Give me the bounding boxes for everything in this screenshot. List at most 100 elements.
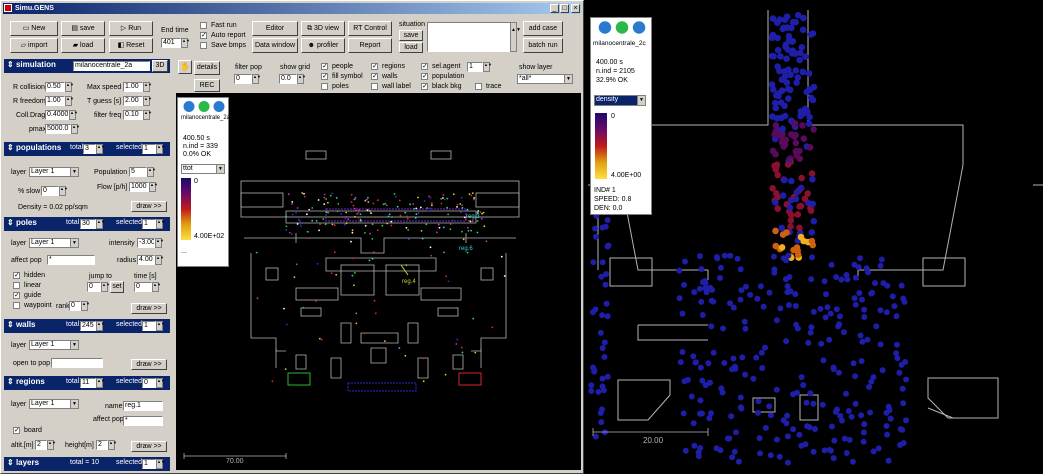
fast-run-checkbox[interactable] (200, 22, 207, 29)
layers-selected-input[interactable]: 1 (142, 459, 156, 469)
fill-symbol-checkbox[interactable]: ✓ (321, 73, 328, 80)
add-case-button[interactable]: add case (523, 21, 563, 36)
open-to-pop-input[interactable] (51, 358, 103, 368)
auto-report-checkbox[interactable]: ✓ (200, 32, 207, 39)
end-time-input[interactable]: 401 (161, 38, 181, 48)
regions-total-input[interactable]: 11 (80, 378, 96, 388)
profiler-button[interactable]: ☻ profiler (301, 38, 345, 53)
show-grid-input[interactable]: 0.0 (279, 74, 297, 84)
3d-view-button[interactable]: ⧉ 3D view (301, 21, 345, 36)
max-speed-spinner[interactable]: ▲▼ (143, 82, 152, 92)
walls-total-spinner[interactable]: ▲▼ (96, 321, 105, 331)
slow-spinner[interactable]: ▲▼ (59, 186, 68, 196)
hidden-checkbox[interactable]: ✓ (13, 272, 20, 279)
batch-run-button[interactable]: batch run (523, 38, 563, 53)
black-bkg-checkbox[interactable]: ✓ (421, 83, 428, 90)
region-name-input[interactable]: reg.1 (123, 401, 163, 411)
time-input[interactable]: 0 (134, 282, 152, 292)
regions-layer-select[interactable]: Layer 1 ▼ (29, 399, 79, 409)
wall-label-checkbox[interactable] (371, 83, 378, 90)
sel-agent-input[interactable]: 1 (467, 62, 483, 72)
jump-to-input[interactable]: 0 (87, 282, 101, 292)
filter-freq-spinner[interactable]: ▲▼ (143, 110, 152, 120)
show-grid-spinner[interactable]: ▲▼ (297, 74, 306, 84)
editor-button[interactable]: Editor (252, 21, 298, 36)
situation-list[interactable] (427, 22, 517, 52)
populations-selected-input[interactable]: 1 (142, 144, 156, 154)
filter-pop-spinner[interactable]: ▲▼ (252, 74, 261, 84)
populations-total-spinner[interactable]: ▲▼ (96, 144, 105, 154)
regions-affect-pop-input[interactable]: * (123, 416, 163, 426)
hand-tool-button[interactable]: ✋ (178, 60, 192, 74)
populations-total-input[interactable]: 3 (83, 144, 96, 154)
new-button[interactable]: ▭ New (10, 21, 58, 36)
walls-selected-spinner[interactable]: ▲▼ (156, 321, 165, 331)
data-window-button[interactable]: Data window (252, 38, 298, 53)
slow-input[interactable]: 0 (41, 186, 59, 196)
trace-checkbox[interactable] (475, 83, 482, 90)
layers-selected-spinner[interactable]: ▲▼ (156, 459, 165, 469)
show-layer-select[interactable]: *all* ▼ (517, 74, 573, 84)
minimize-button[interactable]: _ (550, 4, 559, 13)
regions-selected-input[interactable]: 0 (142, 378, 156, 388)
rank-spinner[interactable]: ▲▼ (81, 301, 90, 311)
walls-checkbox[interactable]: ✓ (371, 73, 378, 80)
linear-checkbox[interactable] (13, 282, 20, 289)
regions-selected-spinner[interactable]: ▲▼ (156, 378, 165, 388)
height-input[interactable]: 2 (96, 440, 108, 450)
simulation-name-input[interactable]: milanocentrale_2a (73, 61, 150, 71)
simulation-canvas[interactable]: reg.3 reg.6 reg.4 70.00 milanocentrale_2… (176, 93, 581, 470)
walls-layer-select[interactable]: Layer 1 ▼ (29, 340, 79, 350)
legend-mode-select[interactable]: ttot ▼ (181, 164, 225, 174)
situation-load-button[interactable]: load (399, 42, 423, 53)
3d-toggle-button[interactable]: 3D (152, 60, 168, 72)
filter-freq-input[interactable]: 0.10 (123, 110, 143, 120)
poles-selected-spinner[interactable]: ▲▼ (156, 219, 165, 229)
radius-input[interactable]: 4.00 (137, 255, 155, 265)
waypoint-checkbox[interactable] (13, 302, 20, 309)
intensity-spinner[interactable]: ▲▼ (155, 238, 164, 248)
situation-scrollbar[interactable]: ▲▼ (510, 22, 521, 52)
altit-input[interactable]: 2 (35, 440, 47, 450)
jump-to-spinner[interactable]: ▲▼ (101, 282, 110, 292)
r-collision-input[interactable]: 0.50 (45, 82, 65, 92)
population-spinner[interactable]: ▲▼ (147, 167, 156, 177)
time-spinner[interactable]: ▲▼ (152, 282, 161, 292)
t-guess-spinner[interactable]: ▲▼ (143, 96, 152, 106)
regions-checkbox[interactable]: ✓ (371, 63, 378, 70)
radius-spinner[interactable]: ▲▼ (155, 255, 164, 265)
poles-total-input[interactable]: 30 (80, 219, 96, 229)
r-freedom-input[interactable]: 1.00 (45, 96, 65, 106)
r-collision-spinner[interactable]: ▲▼ (65, 82, 74, 92)
r-freedom-spinner[interactable]: ▲▼ (65, 96, 74, 106)
walls-selected-input[interactable]: 1 (142, 321, 156, 331)
poles-draw-button[interactable]: draw >> (131, 303, 167, 314)
pop-layer-select[interactable]: Layer 1 ▼ (29, 167, 79, 177)
flow-input[interactable]: 1000 (129, 182, 149, 192)
situation-save-button[interactable]: save (399, 30, 423, 41)
regions-draw-button[interactable]: draw >> (131, 441, 167, 452)
report-button[interactable]: Report (348, 38, 392, 53)
pmax-spinner[interactable]: ▲▼ (71, 124, 80, 134)
flow-spinner[interactable]: ▲▼ (149, 182, 158, 192)
density-view[interactable]: 20.00 milanocentrale_2c 400.00 s n.ind =… (588, 0, 1043, 474)
run-button[interactable]: ▷ Run (109, 21, 153, 36)
poles-layer-select[interactable]: Layer 1 ▼ (29, 238, 79, 248)
max-speed-input[interactable]: 1.00 (123, 82, 143, 92)
populations-selected-spinner[interactable]: ▲▼ (156, 144, 165, 154)
legend-mode-select[interactable]: density ▼ (594, 95, 646, 106)
board-checkbox[interactable]: ✓ (13, 427, 20, 434)
poles-affect-pop-input[interactable]: * (47, 255, 95, 265)
import-button[interactable]: ▱ import (10, 38, 58, 53)
filter-pop-input[interactable]: 0 (234, 74, 252, 84)
walls-draw-button[interactable]: draw >> (131, 359, 167, 370)
close-button[interactable]: × (571, 4, 580, 13)
maximize-button[interactable]: □ (560, 4, 569, 13)
population-input[interactable]: 5 (129, 167, 147, 177)
t-guess-input[interactable]: 2.00 (123, 96, 143, 106)
end-time-spinner[interactable]: ▲▼ (181, 38, 190, 48)
people-checkbox[interactable]: ✓ (321, 63, 328, 70)
poles-total-spinner[interactable]: ▲▼ (96, 219, 105, 229)
walls-total-input[interactable]: 245 (80, 321, 96, 331)
altit-spinner[interactable]: ▲▼ (47, 440, 56, 450)
